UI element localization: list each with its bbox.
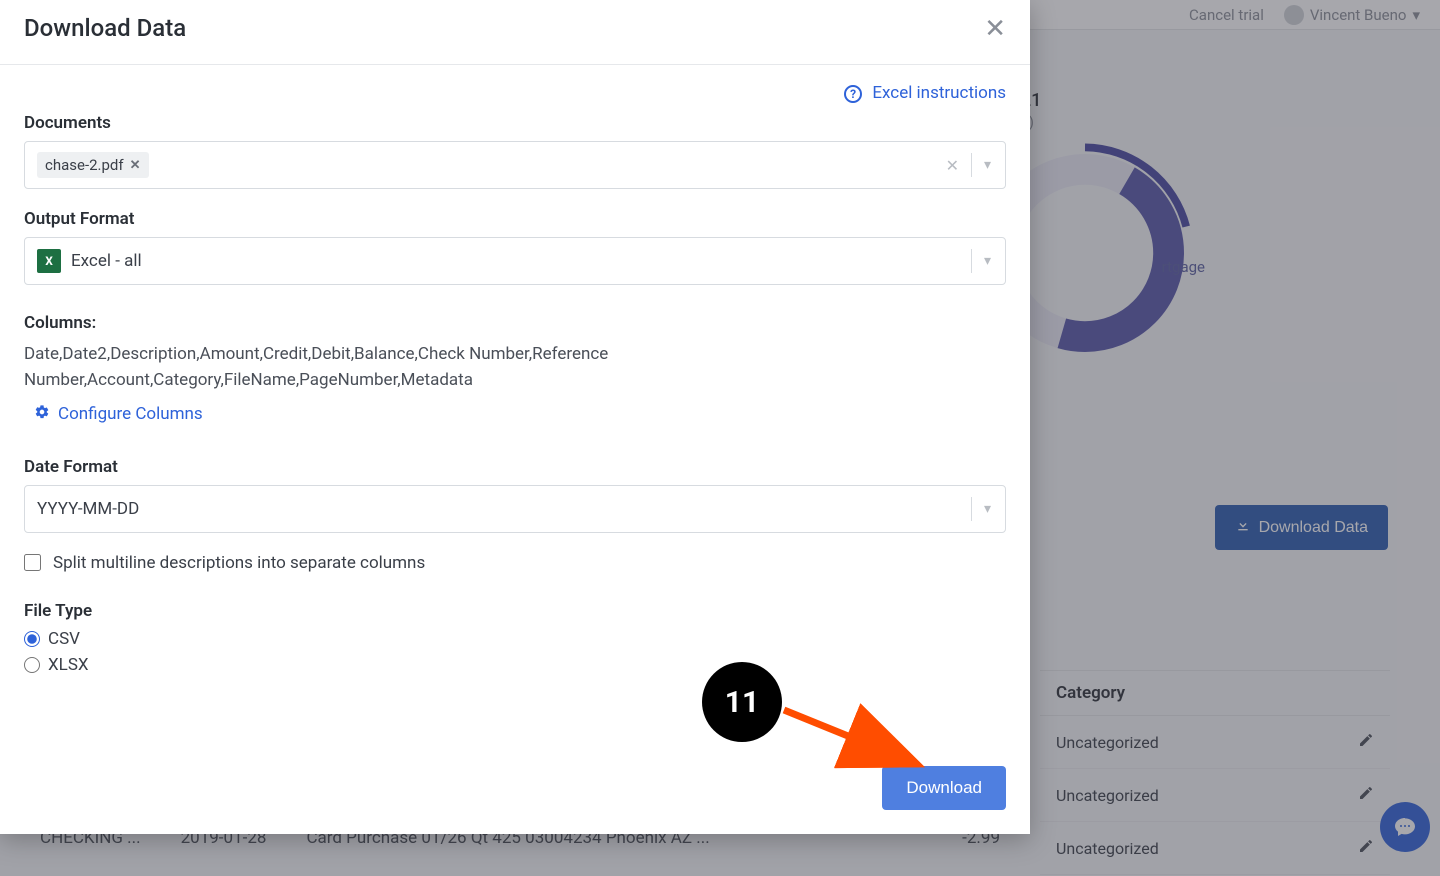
download-data-modal: Download Data ✕ ? Excel instructions Doc… xyxy=(0,0,1030,834)
file-type-csv-label: CSV xyxy=(48,629,80,649)
configure-columns-label: Configure Columns xyxy=(58,404,203,424)
modal-body: ? Excel instructions Documents chase-2.p… xyxy=(0,65,1030,766)
output-format-value: Excel - all xyxy=(71,251,142,271)
close-button[interactable]: ✕ xyxy=(984,15,1006,41)
split-multiline-input[interactable] xyxy=(24,554,41,571)
modal-header: Download Data ✕ xyxy=(0,0,1030,65)
chevron-down-icon[interactable]: ▾ xyxy=(984,253,991,269)
clear-icon[interactable]: ✕ xyxy=(946,156,959,175)
documents-select[interactable]: chase-2.pdf ✕ ✕ ▾ xyxy=(24,141,1006,189)
date-format-select[interactable]: YYYY-MM-DD ▾ xyxy=(24,485,1006,533)
help-icon: ? xyxy=(844,85,862,103)
modal-footer: Download xyxy=(0,766,1030,834)
file-type-xlsx-option[interactable]: XLSX xyxy=(24,655,1006,675)
chevron-down-icon[interactable]: ▾ xyxy=(984,157,991,173)
columns-label: Columns: xyxy=(24,313,1006,333)
separator xyxy=(971,249,972,273)
date-format-value: YYYY-MM-DD xyxy=(37,499,139,519)
document-chip: chase-2.pdf ✕ xyxy=(37,152,149,178)
separator xyxy=(971,497,972,521)
file-type-csv-option[interactable]: CSV xyxy=(24,629,1006,649)
file-type-csv-radio[interactable] xyxy=(24,631,40,647)
split-multiline-label: Split multiline descriptions into separa… xyxy=(53,553,425,573)
modal-title: Download Data xyxy=(24,14,186,42)
columns-list: Date,Date2,Description,Amount,Credit,Deb… xyxy=(24,341,844,394)
documents-field: Documents chase-2.pdf ✕ ✕ ▾ xyxy=(24,113,1006,189)
columns-field: Columns: Date,Date2,Description,Amount,C… xyxy=(24,313,1006,425)
chip-remove-icon[interactable]: ✕ xyxy=(130,158,141,173)
output-format-field: Output Format X Excel - all ▾ xyxy=(24,209,1006,285)
download-button[interactable]: Download xyxy=(882,766,1006,810)
output-format-select[interactable]: X Excel - all ▾ xyxy=(24,237,1006,285)
excel-instructions-row: ? Excel instructions xyxy=(24,83,1006,103)
separator xyxy=(971,153,972,177)
split-multiline-checkbox[interactable]: Split multiline descriptions into separa… xyxy=(24,553,1006,573)
date-format-field: Date Format YYYY-MM-DD ▾ xyxy=(24,457,1006,533)
output-format-label: Output Format xyxy=(24,209,1006,229)
document-chip-label: chase-2.pdf xyxy=(45,156,124,174)
excel-icon: X xyxy=(37,249,61,273)
documents-label: Documents xyxy=(24,113,1006,133)
file-type-xlsx-radio[interactable] xyxy=(24,657,40,673)
chevron-down-icon[interactable]: ▾ xyxy=(984,501,991,517)
excel-instructions-label: Excel instructions xyxy=(872,83,1006,103)
file-type-field: File Type CSV XLSX xyxy=(24,601,1006,675)
date-format-label: Date Format xyxy=(24,457,1006,477)
file-type-label: File Type xyxy=(24,601,1006,621)
file-type-xlsx-label: XLSX xyxy=(48,655,89,675)
configure-columns-link[interactable]: Configure Columns xyxy=(34,404,1006,425)
close-icon: ✕ xyxy=(984,13,1006,43)
gear-icon xyxy=(34,404,50,425)
excel-instructions-link[interactable]: ? Excel instructions xyxy=(844,83,1006,103)
